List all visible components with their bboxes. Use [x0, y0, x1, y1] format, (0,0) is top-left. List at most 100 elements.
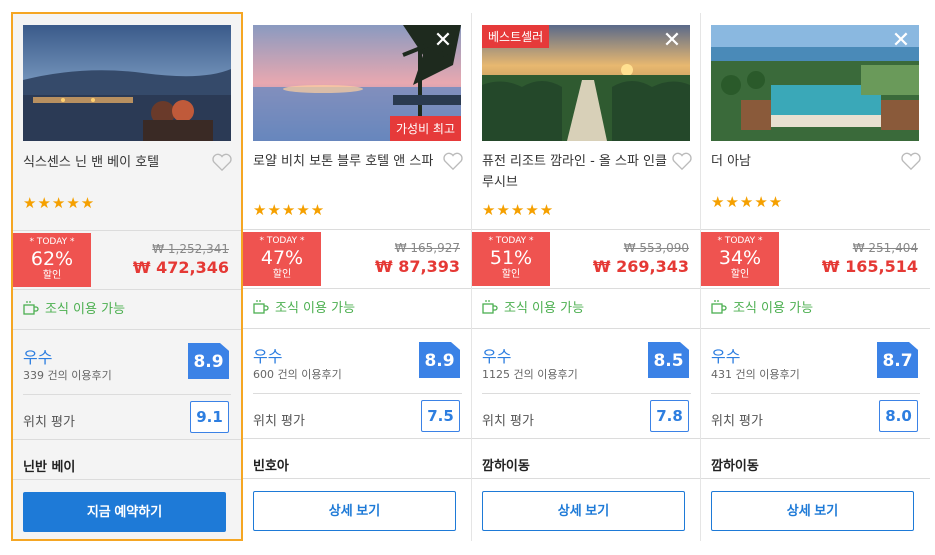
location-score: 7.8 — [650, 400, 689, 432]
sale-price: ₩ 269,343 — [592, 257, 689, 276]
divider — [23, 394, 231, 395]
review-score: 8.9 — [419, 342, 460, 378]
discount-percent: 34% — [718, 247, 762, 269]
review-count[interactable]: 431 건의 이용후기 — [711, 366, 800, 382]
divider — [243, 328, 472, 329]
review-grade: 우수 — [711, 347, 741, 366]
review-count[interactable]: 1125 건의 이용후기 — [482, 366, 578, 382]
sale-price: ₩ 165,514 — [821, 257, 918, 276]
location-label: 위치 평가 — [23, 415, 75, 430]
review-score: 8.5 — [648, 342, 689, 378]
hotel-photo[interactable]: ✕ 가성비 최고 — [253, 25, 461, 141]
location-score: 8.0 — [879, 400, 918, 432]
discount-badge: * TODAY * 62% 할인 — [13, 233, 91, 287]
divider — [482, 393, 691, 394]
area-name: 닌반 베이 — [23, 460, 76, 475]
sale-price: ₩ 472,346 — [132, 258, 229, 277]
star-rating: ★★★★★ — [253, 201, 326, 219]
divider — [13, 439, 241, 440]
divider — [701, 229, 930, 230]
hotel-name[interactable]: 로얄 비치 보톤 블루 호텔 앤 스파 — [253, 151, 438, 172]
close-icon[interactable]: ✕ — [662, 30, 682, 52]
review-grade: 우수 — [482, 347, 512, 366]
heart-icon[interactable] — [442, 151, 464, 171]
divider — [472, 229, 701, 230]
location-score: 7.5 — [421, 400, 460, 432]
divider — [243, 478, 472, 479]
divider — [711, 393, 920, 394]
hotel-photo[interactable] — [23, 25, 231, 141]
hotel-card-2[interactable]: ✕ 베스트셀러 퓨전 리조트 깜라인 - 올 스파 인클루시브 ★★★★★ * … — [472, 13, 701, 541]
hotel-photo[interactable]: ✕ — [711, 25, 919, 141]
close-icon[interactable]: ✕ — [433, 30, 453, 52]
breakfast-label: 조식 이용 가능 — [504, 301, 585, 316]
divider — [472, 478, 701, 479]
original-price: ₩ 165,927 — [394, 241, 460, 255]
hotel-card-3[interactable]: ✕ 더 아남 ★★★★★ * TODAY * 34% 할인 ₩ 251,404 … — [701, 13, 930, 541]
hotel-name[interactable]: 퓨전 리조트 깜라인 - 올 스파 인클루시브 — [482, 151, 667, 193]
hotel-photo[interactable]: ✕ 베스트셀러 — [482, 25, 690, 141]
coffee-cup-icon — [253, 299, 269, 314]
divider — [701, 288, 930, 289]
location-label: 위치 평가 — [482, 414, 534, 429]
divider — [701, 478, 930, 479]
heart-icon[interactable] — [671, 151, 693, 171]
view-details-button[interactable]: 상세 보기 — [482, 491, 685, 531]
breakfast-label: 조식 이용 가능 — [733, 301, 814, 316]
discount-badge: * TODAY * 51% 할인 — [472, 232, 550, 286]
heart-icon[interactable] — [900, 151, 922, 171]
coffee-cup-icon — [23, 300, 39, 315]
original-price: ₩ 1,252,341 — [152, 242, 229, 256]
star-rating: ★★★★★ — [23, 194, 96, 212]
today-label: * TODAY * — [488, 236, 534, 246]
discount-badge: * TODAY * 47% 할인 — [243, 232, 321, 286]
breakfast-info: 조식 이용 가능 — [253, 297, 355, 316]
discount-label: 할인 — [42, 270, 62, 281]
breakfast-info: 조식 이용 가능 — [23, 298, 125, 317]
review-grade: 우수 — [253, 347, 283, 366]
review-score: 8.7 — [877, 342, 918, 378]
close-icon[interactable]: ✕ — [891, 30, 911, 52]
today-label: * TODAY * — [259, 236, 305, 246]
discount-percent: 51% — [489, 247, 533, 269]
divider — [13, 479, 241, 480]
divider — [472, 438, 701, 439]
area-name: 깜하이동 — [711, 459, 759, 474]
view-details-button[interactable]: 상세 보기 — [253, 491, 456, 531]
hotel-name[interactable]: 더 아남 — [711, 151, 896, 172]
divider — [13, 329, 241, 330]
star-rating: ★★★★★ — [482, 201, 555, 219]
divider — [253, 393, 462, 394]
breakfast-label: 조식 이용 가능 — [275, 301, 356, 316]
review-count[interactable]: 600 건의 이용후기 — [253, 366, 342, 382]
sale-price: ₩ 87,393 — [375, 257, 460, 276]
divider — [472, 328, 701, 329]
review-score: 8.9 — [188, 343, 229, 379]
star-rating: ★★★★★ — [711, 193, 784, 211]
book-now-button[interactable]: 지금 예약하기 — [23, 492, 226, 532]
divider — [472, 288, 701, 289]
area-name: 빈호아 — [253, 459, 289, 474]
breakfast-info: 조식 이용 가능 — [711, 297, 813, 316]
view-details-button[interactable]: 상세 보기 — [711, 491, 914, 531]
divider — [13, 230, 241, 231]
discount-percent: 47% — [260, 247, 304, 269]
today-label: * TODAY * — [717, 236, 763, 246]
review-count[interactable]: 339 건의 이용후기 — [23, 367, 112, 383]
location-label: 위치 평가 — [253, 414, 305, 429]
hotel-name[interactable]: 식스센스 닌 밴 베이 호텔 — [23, 152, 208, 173]
hotel-card-1[interactable]: ✕ 가성비 최고 로얄 비치 보톤 블루 호텔 앤 스파 ★★★★★ * TOD… — [243, 13, 472, 541]
discount-badge: * TODAY * 34% 할인 — [701, 232, 779, 286]
best-value-badge: 가성비 최고 — [389, 116, 461, 141]
divider — [243, 229, 472, 230]
hotel-comparison: 식스센스 닌 밴 베이 호텔 ★★★★★ * TODAY * 62% 할인 ₩ … — [0, 0, 935, 555]
discount-percent: 62% — [30, 248, 74, 270]
divider — [13, 289, 241, 290]
today-label: * TODAY * — [29, 237, 75, 247]
heart-icon[interactable] — [211, 152, 233, 172]
bestseller-badge: 베스트셀러 — [482, 25, 550, 48]
location-label: 위치 평가 — [711, 414, 763, 429]
coffee-cup-icon — [482, 299, 498, 314]
discount-label: 할인 — [501, 269, 521, 280]
hotel-card-0[interactable]: 식스센스 닌 밴 베이 호텔 ★★★★★ * TODAY * 62% 할인 ₩ … — [11, 12, 243, 541]
